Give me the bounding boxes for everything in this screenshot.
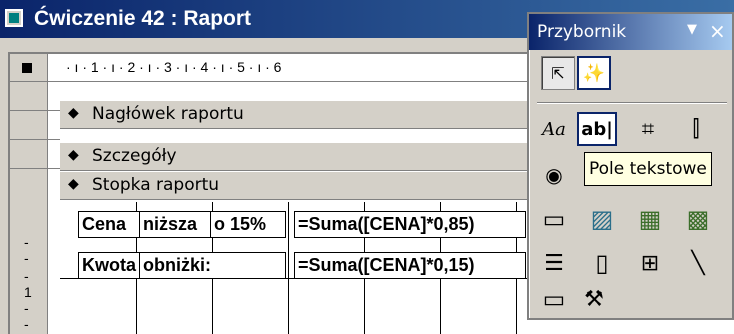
bound-object-frame-icon[interactable]: ▩ (681, 202, 715, 236)
vruler-tick: - (24, 316, 29, 332)
section-strip (48, 82, 60, 111)
more-controls-icon[interactable]: ⚒ (577, 282, 611, 316)
report-app-icon[interactable] (5, 9, 23, 27)
section-arrow-icon: ◆ (68, 105, 79, 121)
control-wizards-icon[interactable]: ✨ (577, 56, 611, 90)
command-button-icon[interactable]: ▭ (537, 202, 571, 236)
label-kwota[interactable]: Kwota (78, 252, 140, 279)
toolbox-title: Przybornik (537, 22, 627, 42)
vruler-tick: 1 (24, 284, 32, 300)
subform-icon[interactable]: ⊞ (633, 246, 667, 280)
toggle-button-icon[interactable]: ⫿ (679, 112, 713, 146)
toolbox-separator (537, 102, 727, 104)
section-strip (48, 140, 60, 169)
expression-textbox[interactable]: =Suma([CENA]*0,15) (294, 252, 526, 279)
label-nizsza[interactable]: niższa (139, 211, 211, 238)
page-break-icon[interactable]: ☰ (537, 246, 571, 280)
image-icon[interactable]: ▨ (585, 202, 619, 236)
label-icon[interactable]: Aa (537, 112, 571, 146)
tooltip: Pole tekstowe (584, 152, 712, 186)
option-group-icon[interactable]: ⌗ (631, 112, 665, 146)
vruler-tick: - (24, 250, 29, 266)
grid-line (288, 202, 289, 334)
select-objects-icon[interactable]: ⇱ (541, 56, 575, 90)
line-icon[interactable]: ╲ (681, 246, 715, 280)
section-label: Szczegóły (92, 146, 177, 166)
section-selector-header[interactable] (10, 82, 48, 111)
label-cena[interactable]: Cena (78, 211, 140, 238)
toolbox-titlebar[interactable]: Przybornik ▼ × (529, 14, 732, 50)
vruler-tick: - (24, 300, 29, 316)
tab-control-icon[interactable]: ▯ (585, 246, 619, 280)
section-strip (48, 111, 60, 140)
rectangle-icon[interactable]: ▭ (537, 282, 571, 316)
expression-textbox[interactable]: =Suma([CENA]*0,85) (294, 211, 526, 238)
label-obnizki[interactable]: obniżki: (139, 252, 286, 279)
vruler-tick: - (24, 268, 29, 284)
label-percent[interactable]: o 15% (210, 211, 286, 238)
close-icon[interactable]: × (709, 19, 726, 43)
text-box-icon[interactable]: ab| (577, 112, 617, 146)
section-selector-detail[interactable] (10, 111, 48, 140)
ruler-marks: · ı · 1 · ı · 2 · ı · 3 · ı · 4 · ı · 5 … (66, 59, 282, 75)
vertical-ruler[interactable]: - - - 1 - - (10, 82, 48, 334)
option-button-icon[interactable]: ◉ (537, 158, 571, 192)
unbound-object-frame-icon[interactable]: ▦ (633, 202, 667, 236)
section-selector-footer[interactable] (10, 140, 48, 169)
section-arrow-icon: ◆ (68, 176, 79, 192)
section-arrow-icon: ◆ (68, 147, 79, 163)
toolbox-options-icon[interactable]: ▼ (687, 22, 697, 37)
section-label: Stopka raportu (92, 175, 220, 195)
vruler-tick: - (24, 234, 29, 250)
report-selector[interactable] (10, 54, 48, 82)
section-label: Nagłówek raportu (92, 104, 244, 124)
window-title: Ćwiczenie 42 : Raport (34, 7, 252, 30)
